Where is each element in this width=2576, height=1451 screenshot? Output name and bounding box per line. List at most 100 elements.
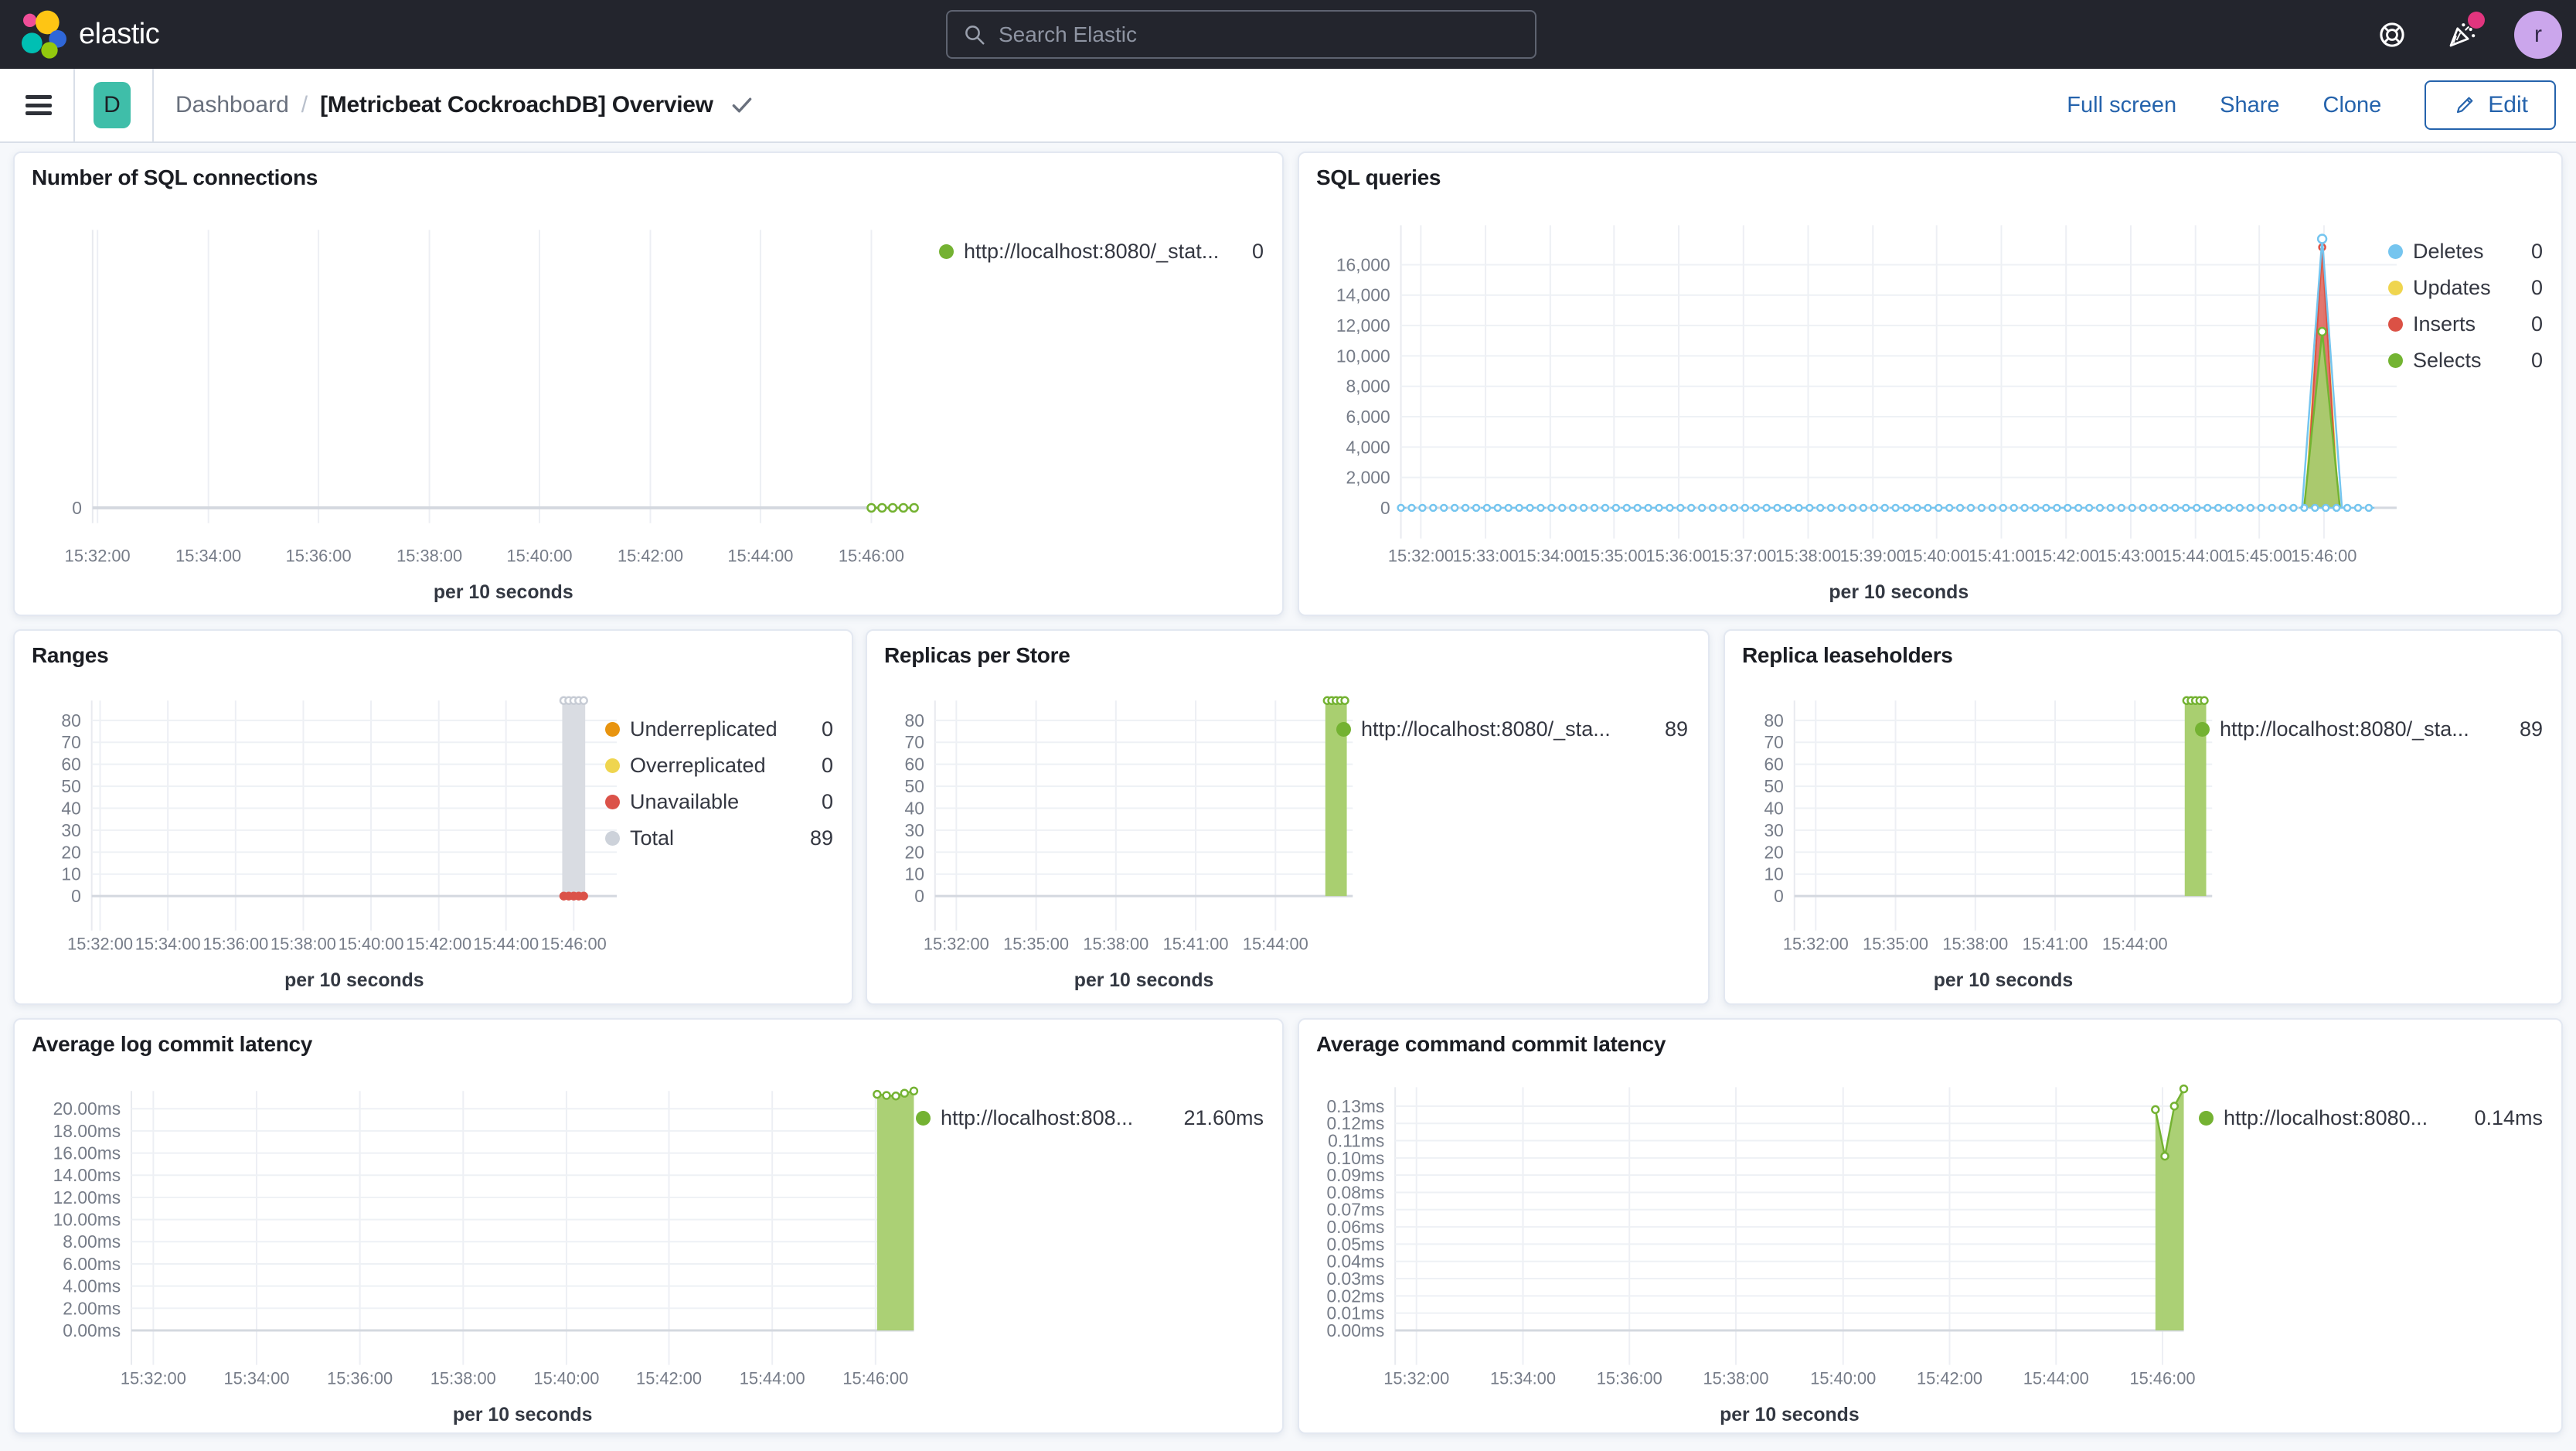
legend-item[interactable]: http://localhost:8080/_sta... 89 [2195,717,2543,741]
legend-item[interactable]: http://localhost:8080... 0.14ms [2199,1106,2543,1129]
space-initial: D [104,92,121,118]
top-icons: r [2375,0,2562,69]
svg-text:18.00ms: 18.00ms [53,1121,121,1141]
legend-item[interactable]: Inserts 0 [2388,312,2543,336]
svg-text:15:38:00: 15:38:00 [1703,1368,1768,1388]
menu-icon[interactable] [26,95,52,115]
svg-text:2,000: 2,000 [1346,468,1390,488]
legend-swatch-icon [2388,244,2403,259]
legend-item[interactable]: Total 89 [605,826,833,850]
full-screen-button[interactable]: Full screen [2067,93,2176,118]
search-input[interactable]: Search Elastic [946,10,1536,59]
svg-text:6,000: 6,000 [1346,407,1390,427]
svg-text:0.00ms: 0.00ms [1326,1320,1384,1340]
svg-text:15:40:00: 15:40:00 [533,1368,599,1388]
whats-new-icon[interactable] [2445,11,2485,52]
svg-text:80: 80 [1764,710,1784,731]
breadcrumb-dashboard[interactable]: Dashboard [175,92,289,118]
legend-label: Unavailable [630,789,740,813]
legend-item[interactable]: http://localhost:8080/_stat... 0 [939,240,1264,263]
svg-text:15:42:00: 15:42:00 [636,1368,702,1388]
svg-text:15:44:00: 15:44:00 [740,1368,805,1388]
replicas-per-store-chart: 15:32:00 15:35:00 15:38:00 15:41:00 15:44:00… [905,696,1353,991]
legend-item[interactable]: Deletes 0 [2388,240,2543,263]
svg-text:15:38:00: 15:38:00 [1775,546,1841,565]
svg-text:15:36:00: 15:36:00 [286,546,352,565]
svg-text:0: 0 [72,498,82,518]
svg-text:15:45:00: 15:45:00 [2227,546,2292,565]
kibana-dashboard-app: elastic Search Elastic r D Dashboard / [… [0,0,2576,1451]
notification-badge [2468,11,2485,29]
svg-text:60: 60 [1764,754,1784,775]
svg-text:15:35:00: 15:35:00 [1003,935,1069,954]
svg-text:15:32:00: 15:32:00 [1388,546,1454,565]
chart-legend: Underreplicated 0 Overreplicated 0 Unavailab… [605,717,833,850]
panel-replicas-per-store: Replicas per Store 15:32:00 15:35:00 15:38… [866,629,1710,1005]
svg-text:15:32:00: 15:32:00 [67,935,133,954]
svg-text:0.01ms: 0.01ms [1326,1303,1384,1323]
elastic-logo[interactable]: elastic [19,10,160,60]
svg-text:per 10 seconds: per 10 seconds [434,582,573,603]
legend-value: 0.14ms [2474,1105,2543,1129]
legend-swatch-icon [916,1110,931,1126]
svg-text:15:36:00: 15:36:00 [202,935,268,954]
legend-item[interactable]: http://localhost:8080/_sta... 89 [1336,717,1688,741]
chart-legend: http://localhost:8080/_stat... 0 [939,240,1264,263]
svg-text:15:44:00: 15:44:00 [1243,935,1308,954]
panel-average-log-commit-latency: Average log commit latency 15:32:00 15:34… [13,1018,1284,1434]
user-avatar[interactable]: r [2514,10,2562,59]
svg-text:15:33:00: 15:33:00 [1453,546,1519,565]
legend-label: Updates [2413,275,2491,299]
svg-text:10.00ms: 10.00ms [53,1210,121,1230]
svg-text:15:32:00: 15:32:00 [121,1368,186,1388]
space-badge[interactable]: D [94,82,131,128]
sql-queries-chart: 15:32:0015:33:0015:34:0015:35:0015:36:00… [1336,225,2397,603]
svg-text:15:40:00: 15:40:00 [1810,1368,1876,1388]
share-button[interactable]: Share [2220,93,2279,118]
svg-text:0: 0 [914,886,924,906]
svg-text:per 10 seconds: per 10 seconds [1074,970,1213,991]
svg-text:15:36:00: 15:36:00 [1597,1368,1662,1388]
panel-average-command-commit-latency: Average command commit latency 15:32:00 1… [1298,1018,2563,1434]
svg-text:30: 30 [905,820,924,840]
legend-value: 0 [1251,239,1264,263]
svg-text:6.00ms: 6.00ms [63,1254,121,1274]
svg-text:0: 0 [1380,498,1390,518]
svg-text:15:44:00: 15:44:00 [2023,1368,2089,1388]
svg-text:15:46:00: 15:46:00 [842,1368,908,1388]
svg-text:15:32:00: 15:32:00 [1783,935,1849,954]
elastic-logo-icon [22,10,66,59]
legend-value: 89 [809,826,833,850]
legend-item[interactable]: Overreplicated 0 [605,754,833,777]
edit-button[interactable]: Edit [2425,80,2556,130]
search-icon [965,25,985,44]
svg-text:15:40:00: 15:40:00 [1904,546,1969,565]
clone-button[interactable]: Clone [2323,93,2382,118]
legend-item[interactable]: Unavailable 0 [605,790,833,813]
svg-text:0.11ms: 0.11ms [1328,1130,1384,1150]
chart-legend: http://localhost:8080/_sta... 89 [2195,717,2543,741]
svg-text:15:42:00: 15:42:00 [618,546,683,565]
legend-label: http://localhost:808... [941,1105,1134,1129]
legend-item[interactable]: Updates 0 [2388,276,2543,299]
svg-text:8.00ms: 8.00ms [63,1231,121,1252]
svg-text:0.04ms: 0.04ms [1326,1252,1384,1272]
legend-item[interactable]: Selects 0 [2388,349,2543,372]
svg-text:0.09ms: 0.09ms [1326,1165,1384,1185]
svg-text:15:38:00: 15:38:00 [396,546,462,565]
svg-text:0.13ms: 0.13ms [1326,1096,1384,1116]
svg-text:0.02ms: 0.02ms [1326,1286,1384,1306]
svg-text:14.00ms: 14.00ms [53,1165,121,1185]
legend-value: 0 [821,789,833,813]
svg-text:50: 50 [1764,776,1784,796]
svg-text:per 10 seconds: per 10 seconds [1829,582,1969,603]
svg-text:0.06ms: 0.06ms [1326,1217,1384,1237]
chart-legend: http://localhost:8080... 0.14ms [2199,1106,2543,1129]
avg-log-commit-latency-chart: 15:32:00 15:34:00 15:36:00 15:38:00 15:40:00… [53,1086,919,1425]
svg-text:10,000: 10,000 [1336,346,1390,366]
replica-leaseholders-chart: 15:32:00 15:35:00 15:38:00 15:41:00 15:44:00… [1764,696,2213,991]
legend-item[interactable]: http://localhost:808... 21.60ms [916,1106,1264,1129]
help-icon[interactable] [2375,18,2409,52]
legend-item[interactable]: Underreplicated 0 [605,717,833,741]
legend-label: http://localhost:8080/_stat... [964,239,1220,263]
